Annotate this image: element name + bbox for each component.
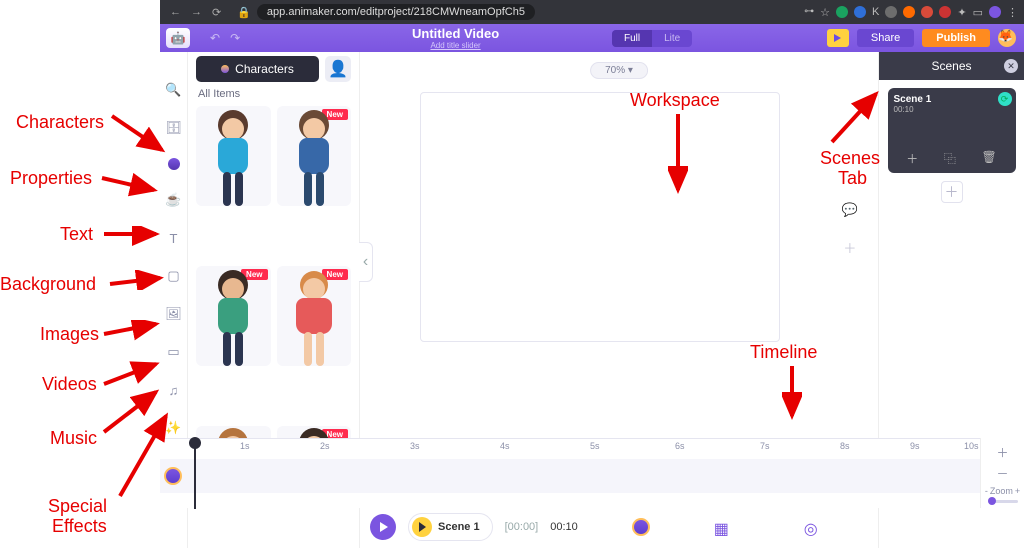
title-sub: Add title slider (412, 41, 499, 50)
timeline-camera-icon[interactable]: ◎ (804, 519, 820, 535)
play-button[interactable] (370, 514, 396, 540)
url-bar[interactable]: app.animaker.com/editproject/218CMWneamO… (257, 4, 535, 20)
lock-icon: 🔒 (231, 6, 251, 19)
timeline-controls: Scene 1 [00:00] 00:10 ▦ ◎ (370, 512, 820, 542)
browser-extensions: ⊶ ☆ K ✦ ▭ ⋮ (804, 6, 1024, 18)
arrow-properties (98, 172, 168, 202)
reload-icon[interactable]: ⟳ (212, 6, 221, 19)
annot-background: Background (0, 274, 96, 295)
annot-sfx2: Effects (52, 516, 107, 537)
undo-icon[interactable]: ↶ (210, 31, 220, 45)
arrow-workspace (668, 110, 688, 200)
collapse-library[interactable]: ‹ (359, 242, 373, 282)
time-position: [00:00] (505, 521, 539, 533)
duplicate-icon[interactable]: ⿻ (944, 150, 956, 167)
annot-images: Images (40, 324, 99, 345)
timeline-calendar-icon[interactable]: ▦ (714, 519, 730, 535)
annot-scenes2: Tab (838, 168, 867, 189)
character-card[interactable]: New (277, 106, 352, 206)
library-tab-characters[interactable]: Characters (196, 56, 319, 82)
zoom-slider[interactable] (988, 500, 1018, 503)
scene-selector[interactable]: Scene 1 (408, 513, 493, 541)
person-icon (221, 65, 229, 73)
app-logo[interactable]: 🤖 (166, 28, 190, 48)
character-card[interactable]: New (277, 266, 352, 366)
timeline[interactable]: 1s 2s 3s 4s 5s 6s 7s 8s 9s 10s (160, 438, 1024, 508)
playhead[interactable] (194, 439, 196, 509)
timeline-ruler: 1s 2s 3s 4s 5s 6s 7s 8s 9s 10s (160, 439, 1024, 455)
share-button[interactable]: Share (857, 29, 914, 47)
annot-workspace: Workspace (630, 90, 720, 111)
back-icon[interactable]: ← (170, 6, 181, 19)
zoom-label: Zoom (990, 486, 1013, 496)
scene-name: Scene 1 (438, 521, 480, 533)
videos-icon[interactable]: ▭ (166, 344, 182, 360)
user-avatar[interactable]: 🦊 (998, 29, 1016, 47)
view-mode-toggle[interactable]: Full Lite (612, 30, 692, 47)
search-icon[interactable]: 🔍 (166, 82, 182, 98)
annot-sfx1: Special (48, 496, 107, 517)
zoom-level[interactable]: 70% ▾ (590, 62, 648, 79)
app-topbar: 🤖 ↶ ↷ Untitled Video Add title slider Fu… (160, 24, 1024, 52)
library-tab-secondary[interactable]: 👤 (325, 56, 351, 82)
character-card[interactable]: New (196, 266, 271, 366)
scenes-header: Scenes ✕ (879, 52, 1024, 80)
title-text: Untitled Video (412, 26, 499, 41)
close-icon[interactable]: ✕ (1004, 59, 1018, 73)
canvas[interactable] (420, 92, 780, 342)
add-scene-button[interactable]: ＋ (941, 181, 963, 203)
annot-properties: Properties (10, 168, 92, 189)
arrow-vid (100, 360, 168, 390)
arrow-characters (108, 110, 178, 160)
redo-icon[interactable]: ↷ (230, 31, 240, 45)
timeline-character-icon[interactable] (632, 518, 650, 536)
arrow-img (100, 320, 168, 344)
project-title[interactable]: Untitled Video Add title slider (412, 26, 499, 50)
delete-icon[interactable]: 🗑 (981, 150, 996, 167)
annot-text: Text (60, 224, 93, 245)
scene-card-time: 00:10 (894, 105, 1010, 114)
arrow-text (100, 226, 170, 246)
timeline-track[interactable] (160, 459, 1024, 493)
scene-play-icon (412, 517, 432, 537)
library-tab-label: Characters (235, 62, 294, 76)
add-icon[interactable]: ＋ (906, 150, 918, 167)
browser-chrome: ← → ⟳ 🔒 app.animaker.com/editproject/218… (160, 0, 1024, 24)
arrow-sfx (116, 410, 178, 500)
mode-lite[interactable]: Lite (652, 30, 692, 47)
arrow-bg (106, 270, 170, 290)
library-heading: All Items (188, 86, 359, 106)
annot-music: Music (50, 428, 97, 449)
arrow-scenes (826, 88, 886, 148)
add-element-icon[interactable]: ＋ (843, 238, 856, 257)
publish-button[interactable]: Publish (922, 29, 990, 47)
scene-card[interactable]: ⟳ Scene 1 00:10 ＋ ⿻ 🗑 (888, 88, 1016, 173)
arrow-timeline (782, 362, 802, 426)
preview-button[interactable] (827, 29, 849, 47)
zoom-in-icon[interactable]: ＋ (996, 444, 1008, 461)
time-duration: 00:10 (550, 521, 578, 533)
annot-scenes1: Scenes (820, 148, 880, 169)
sync-icon: ⟳ (998, 92, 1012, 106)
zoom-out-icon[interactable]: － (996, 465, 1008, 482)
annot-characters: Characters (16, 112, 104, 133)
timeline-zoom: ＋ － - Zoom + (980, 438, 1024, 508)
forward-icon[interactable]: → (191, 6, 202, 19)
character-card[interactable] (196, 106, 271, 206)
subtitle-icon[interactable]: 💬 (842, 202, 858, 218)
scenes-title: Scenes (931, 59, 971, 73)
mode-full[interactable]: Full (612, 30, 652, 47)
annot-timeline: Timeline (750, 342, 817, 363)
scene-card-name: Scene 1 (894, 94, 932, 105)
annot-videos: Videos (42, 374, 97, 395)
